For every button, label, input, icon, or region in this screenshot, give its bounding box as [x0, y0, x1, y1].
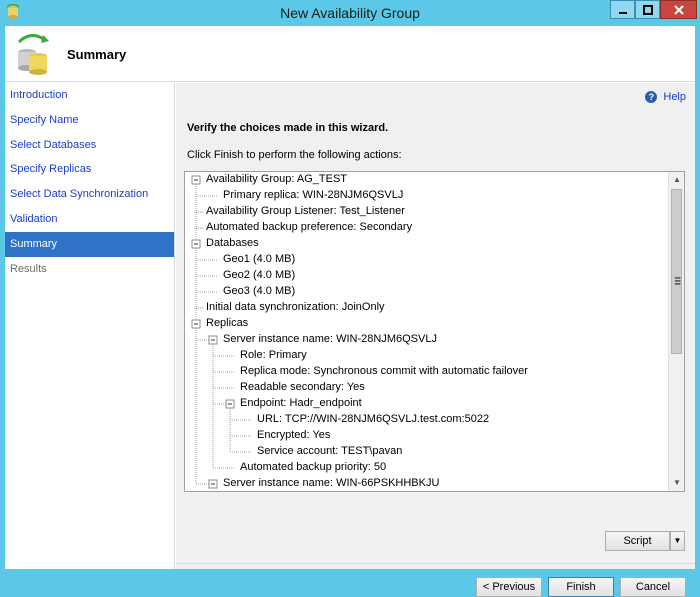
minimize-icon	[618, 11, 627, 14]
tree-node: Primary replica: WIN-28NJM6QSVLJ	[223, 189, 404, 201]
page-title: Summary	[67, 47, 127, 62]
tree-node: Service account: TEST\pavan	[257, 445, 403, 457]
tree-node: Role: Primary	[240, 349, 307, 361]
tree-node: Replicas	[206, 317, 249, 329]
cancel-button[interactable]: Cancel	[620, 577, 686, 597]
sidebar-item-summary[interactable]: Summary	[5, 231, 174, 257]
maximize-button[interactable]	[635, 0, 660, 19]
tree-node: Readable secondary: Yes	[240, 381, 365, 393]
tree-node: Automated backup preference: Secondary	[206, 221, 413, 233]
collapse-icon	[225, 399, 235, 409]
summary-tree[interactable]: Availability Group: AG_TEST Primary repli…	[184, 171, 685, 492]
tree-node: Geo2 (4.0 MB)	[223, 269, 296, 281]
tree-node: Automated backup priority: 50	[240, 461, 387, 473]
chevron-down-icon: ▼	[673, 536, 682, 545]
wizard-sidebar: Introduction Specify Name Select Databas…	[5, 83, 175, 569]
tree-node: Server instance name: WIN-66PSKHHBKJU	[223, 477, 440, 489]
wizard-window: New Availability Group Summary Introduct…	[0, 0, 700, 597]
close-button[interactable]	[660, 0, 697, 19]
tree-node: Replica mode: Synchronous commit with au…	[240, 365, 528, 377]
sidebar-item-results: Results	[10, 262, 47, 275]
sidebar-item-specify-name[interactable]: Specify Name	[5, 108, 174, 133]
collapse-icon	[191, 319, 201, 329]
close-icon	[673, 4, 684, 15]
tree-node: Geo1 (4.0 MB)	[223, 253, 296, 265]
minimize-button[interactable]	[610, 0, 635, 19]
previous-button[interactable]: < Previous	[476, 577, 542, 597]
maximize-icon	[642, 4, 653, 15]
tree-node: Databases	[206, 237, 259, 249]
scroll-up-icon[interactable]: ▲	[669, 172, 684, 188]
collapse-icon	[191, 175, 201, 185]
collapse-icon	[208, 335, 218, 345]
summary-panel: ? Help Verify the choices made in this w…	[176, 83, 695, 597]
help-link[interactable]: ? Help	[645, 91, 686, 103]
tree-node: Encrypted: Yes	[257, 429, 331, 441]
tree-node: Availability Group Listener: Test_Listen…	[206, 205, 405, 217]
footer-divider	[176, 563, 695, 564]
finish-button[interactable]: Finish	[548, 577, 614, 597]
tree-node: Server instance name: WIN-28NJM6QSVLJ	[223, 333, 437, 345]
collapse-icon	[208, 479, 218, 489]
title-bar[interactable]: New Availability Group	[0, 0, 700, 26]
verify-heading: Verify the choices made in this wizard.	[187, 122, 389, 134]
availability-group-icon	[17, 34, 49, 75]
tree-node: URL: TCP://WIN-28NJM6QSVLJ.test.com:5022	[257, 413, 490, 425]
tree-node: Endpoint: Hadr_endpoint	[240, 397, 362, 409]
help-icon: ?	[645, 91, 658, 103]
sidebar-item-select-databases[interactable]: Select Databases	[5, 133, 174, 158]
instruction-text: Click Finish to perform the following ac…	[187, 149, 402, 161]
grip-icon: ━ ━ ━	[675, 273, 681, 289]
sidebar-item-select-data-synchronization[interactable]: Select Data Synchronization	[5, 182, 174, 207]
vertical-scrollbar[interactable]: ▲ ━ ━ ━ ▼	[668, 172, 684, 491]
collapse-icon	[191, 239, 201, 249]
tree-node: Availability Group: AG_TEST	[206, 173, 348, 185]
wizard-client-area: Summary Introduction Specify Name Select…	[5, 26, 695, 597]
script-button[interactable]: Script	[605, 531, 670, 551]
sidebar-item-introduction[interactable]: Introduction	[5, 83, 174, 108]
window-title: New Availability Group	[280, 5, 420, 21]
help-label: Help	[663, 91, 686, 103]
scrollbar-thumb[interactable]: ━ ━ ━	[671, 189, 682, 354]
tree-node: Initial data synchronization: JoinOnly	[206, 301, 385, 313]
sidebar-item-validation[interactable]: Validation	[5, 207, 174, 232]
script-dropdown-button[interactable]: ▼	[670, 531, 685, 551]
sidebar-item-specify-replicas[interactable]: Specify Replicas	[5, 157, 174, 182]
tree-connector-lines	[191, 175, 251, 489]
wizard-header: Summary	[5, 26, 695, 82]
scroll-down-icon[interactable]: ▼	[669, 475, 684, 491]
tree-node: Geo3 (4.0 MB)	[223, 285, 296, 297]
